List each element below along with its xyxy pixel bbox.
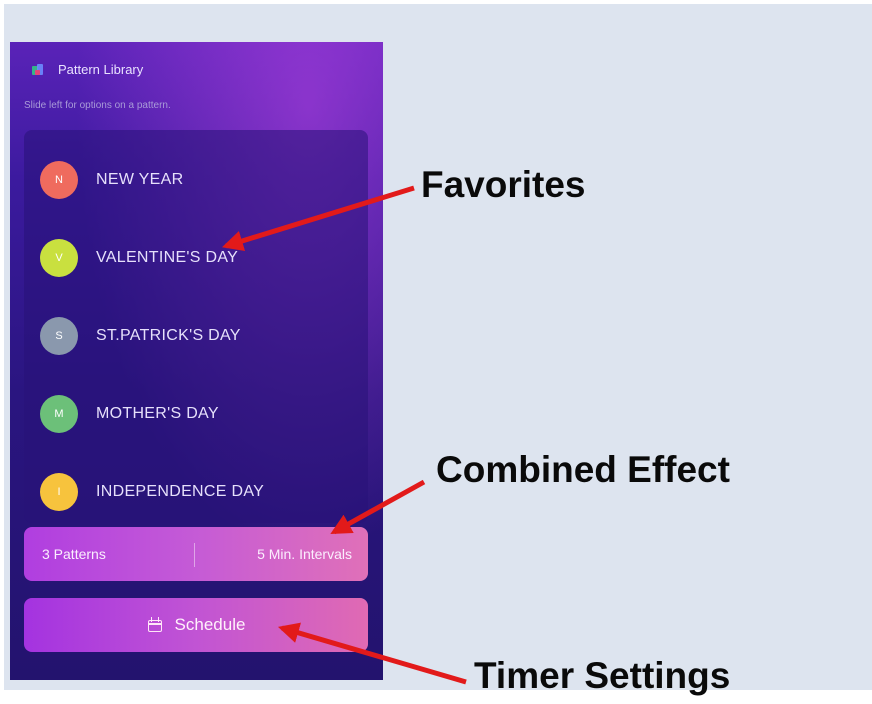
combined-effect-annotation: Combined Effect — [436, 449, 730, 490]
screenshot-canvas: Pattern Library Slide left for options o… — [0, 0, 872, 704]
timer-settings-arrow — [277, 622, 467, 685]
favorites-annotation: Favorites — [421, 164, 586, 205]
favorites-arrow — [221, 185, 415, 252]
combined-effect-arrow — [330, 479, 426, 535]
timer-settings-annotation: Timer Settings — [474, 655, 731, 696]
annotation-arrows — [221, 185, 467, 685]
